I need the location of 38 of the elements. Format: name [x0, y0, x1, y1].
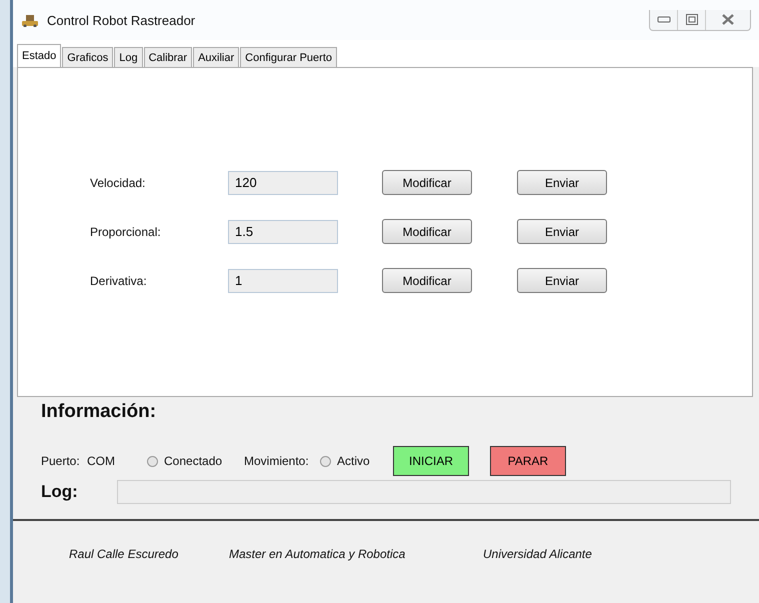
send-button[interactable]: Enviar: [517, 268, 607, 293]
radio-button[interactable]: [320, 456, 331, 466]
footer-text: Raul Calle Escuredo: [69, 547, 180, 561]
window-title: Control Robot Rastreador: [47, 12, 196, 28]
tab[interactable]: Estado: [17, 44, 62, 67]
minimize-icon: [656, 16, 670, 24]
tab[interactable]: Log: [114, 47, 143, 67]
maximize-icon: [686, 14, 698, 25]
modify-button[interactable]: Modificar: [382, 170, 472, 195]
start-button[interactable]: INICIAR: [393, 446, 469, 476]
tab[interactable]: Calibrar: [144, 47, 192, 67]
parameter-label: Derivativa:: [90, 274, 148, 288]
port-value: COM: [87, 454, 116, 468]
movement-label: Movimiento:: [244, 454, 310, 468]
log-field[interactable]: [117, 480, 731, 504]
radio-label: Activo: [337, 454, 371, 468]
stop-button[interactable]: PARAR: [490, 446, 566, 476]
radio-label: Conectado: [164, 454, 224, 468]
input-field[interactable]: 1.5: [228, 220, 338, 244]
tab[interactable]: Auxiliar: [193, 47, 240, 67]
log-label: Log:: [41, 482, 79, 502]
tab[interactable]: Graficos: [62, 47, 114, 67]
input-field[interactable]: 120: [228, 170, 338, 194]
footer-text: Master en Automatica y Robotica: [229, 547, 406, 561]
send-button[interactable]: Enviar: [517, 170, 607, 195]
port-label: Puerto:: [41, 454, 81, 468]
parameter-label: Velocidad:: [90, 176, 146, 190]
input-field[interactable]: 1: [228, 268, 338, 292]
send-button[interactable]: Enviar: [517, 219, 607, 244]
modify-button[interactable]: Modificar: [382, 219, 472, 244]
radio-button[interactable]: [147, 456, 158, 466]
modify-button[interactable]: Modificar: [382, 268, 472, 293]
section-heading: Información:: [41, 401, 158, 424]
footer-text: Universidad Alicante: [483, 547, 592, 561]
tab[interactable]: Configurar Puerto: [240, 47, 337, 67]
robot-icon: [21, 13, 39, 27]
close-icon: [722, 14, 734, 25]
parameter-label: Proporcional:: [90, 224, 162, 238]
